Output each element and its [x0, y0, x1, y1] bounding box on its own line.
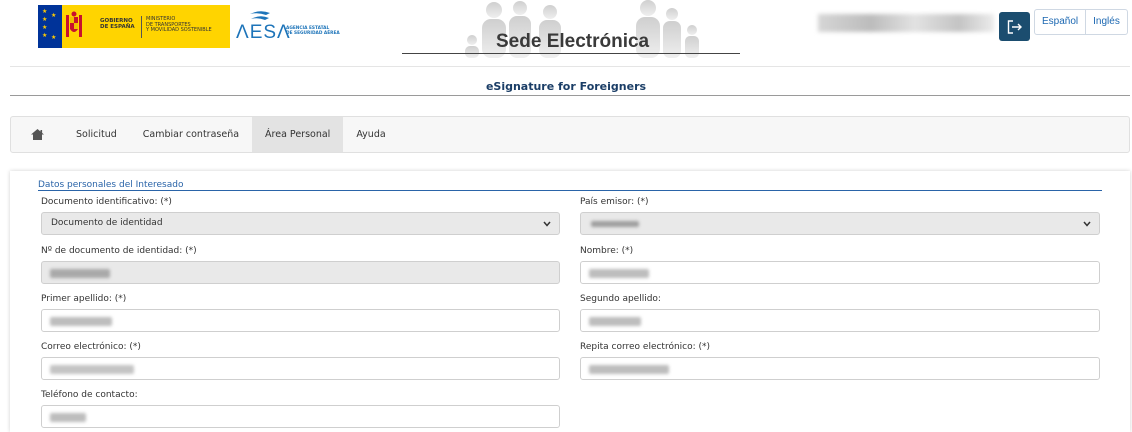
doc-number-redacted [50, 269, 110, 278]
email-redacted [50, 365, 134, 374]
gobierno-logo[interactable]: ★ ★ ★ ★ ★ ★ GOBIERNO DE ESPAÑA MINISTERIO D… [38, 5, 230, 48]
logo-divider [141, 16, 142, 38]
site-title-underline [402, 53, 740, 54]
lang-ingles-button[interactable]: Inglés [1085, 10, 1127, 34]
surname1-input[interactable] [41, 309, 560, 332]
chevron-down-icon [543, 221, 551, 227]
doc-number-label: Nº de documento de identidad: (*) [41, 246, 197, 256]
gov-line2: DE ESPAÑA [100, 24, 135, 30]
phone-label: Teléfono de contacto: [41, 390, 138, 400]
doc-type-select[interactable]: Documento de identidad [41, 212, 560, 235]
name-input[interactable] [580, 261, 1100, 284]
nav-item-solicitud[interactable]: Solicitud [63, 117, 130, 152]
doc-type-label: Documento identificativo: (*) [41, 197, 172, 207]
section-legend: Datos personales del Interesado [38, 180, 184, 190]
site-header: ★ ★ ★ ★ ★ ★ GOBIERNO DE ESPAÑA MINISTERIO D… [0, 0, 1132, 60]
user-info-redacted [818, 14, 994, 32]
aesa-sub2: DE SEGURIDAD AÉREA [286, 31, 340, 36]
site-title: Sede Electrónica [496, 31, 650, 52]
chevron-down-icon [1083, 221, 1091, 227]
surname2-label: Segundo apellido: [580, 294, 661, 304]
country-value-redacted [591, 221, 639, 227]
eu-flag-icon: ★ ★ ★ ★ ★ ★ [38, 5, 62, 48]
nav-home[interactable] [11, 117, 63, 152]
title-divider [10, 95, 1130, 96]
personal-data-panel [10, 171, 1130, 432]
surname1-redacted [50, 317, 112, 326]
name-label: Nombre: (*) [580, 246, 634, 256]
aesa-logo[interactable]: ΛESΛ AGENCIA ESTATAL DE SEGURIDAD AÉREA [236, 10, 346, 46]
doc-type-value: Documento de identidad [51, 218, 163, 228]
surname2-redacted [589, 317, 641, 326]
section-legend-underline [38, 190, 1102, 191]
phone-redacted [50, 413, 86, 422]
email-repeat-label: Repita correo electrónico: (*) [580, 342, 711, 352]
surname2-input[interactable] [580, 309, 1100, 332]
email-input[interactable] [41, 357, 560, 380]
language-selector: Español Inglés [1034, 9, 1128, 35]
email-repeat-redacted [589, 365, 669, 374]
email-repeat-input[interactable] [580, 357, 1100, 380]
aesa-mark: ΛESΛ [236, 22, 291, 43]
name-redacted [589, 269, 649, 278]
email-label: Correo electrónico: (*) [41, 342, 141, 352]
logout-button[interactable] [999, 12, 1030, 41]
nav-item-ayuda[interactable]: Ayuda [343, 117, 398, 152]
spain-crest-icon [66, 11, 82, 37]
surname1-label: Primer apellido: (*) [41, 294, 127, 304]
page-title: eSignature for Foreigners [485, 80, 647, 93]
main-nav: Solicitud Cambiar contraseña Área Person… [10, 116, 1130, 153]
nav-item-area-personal[interactable]: Área Personal [252, 117, 344, 152]
country-label: País emisor: (*) [580, 197, 649, 207]
nav-item-cambiar-contrasena[interactable]: Cambiar contraseña [130, 117, 252, 152]
logout-icon [1007, 19, 1022, 34]
phone-input[interactable] [41, 405, 560, 428]
ministry-line3: Y MOVILIDAD SOSTENIBLE [146, 27, 212, 33]
home-icon [30, 129, 44, 140]
doc-number-input[interactable] [41, 261, 560, 284]
lang-espanol-button[interactable]: Español [1035, 10, 1085, 34]
country-select[interactable] [580, 212, 1100, 235]
header-divider [10, 66, 1130, 67]
